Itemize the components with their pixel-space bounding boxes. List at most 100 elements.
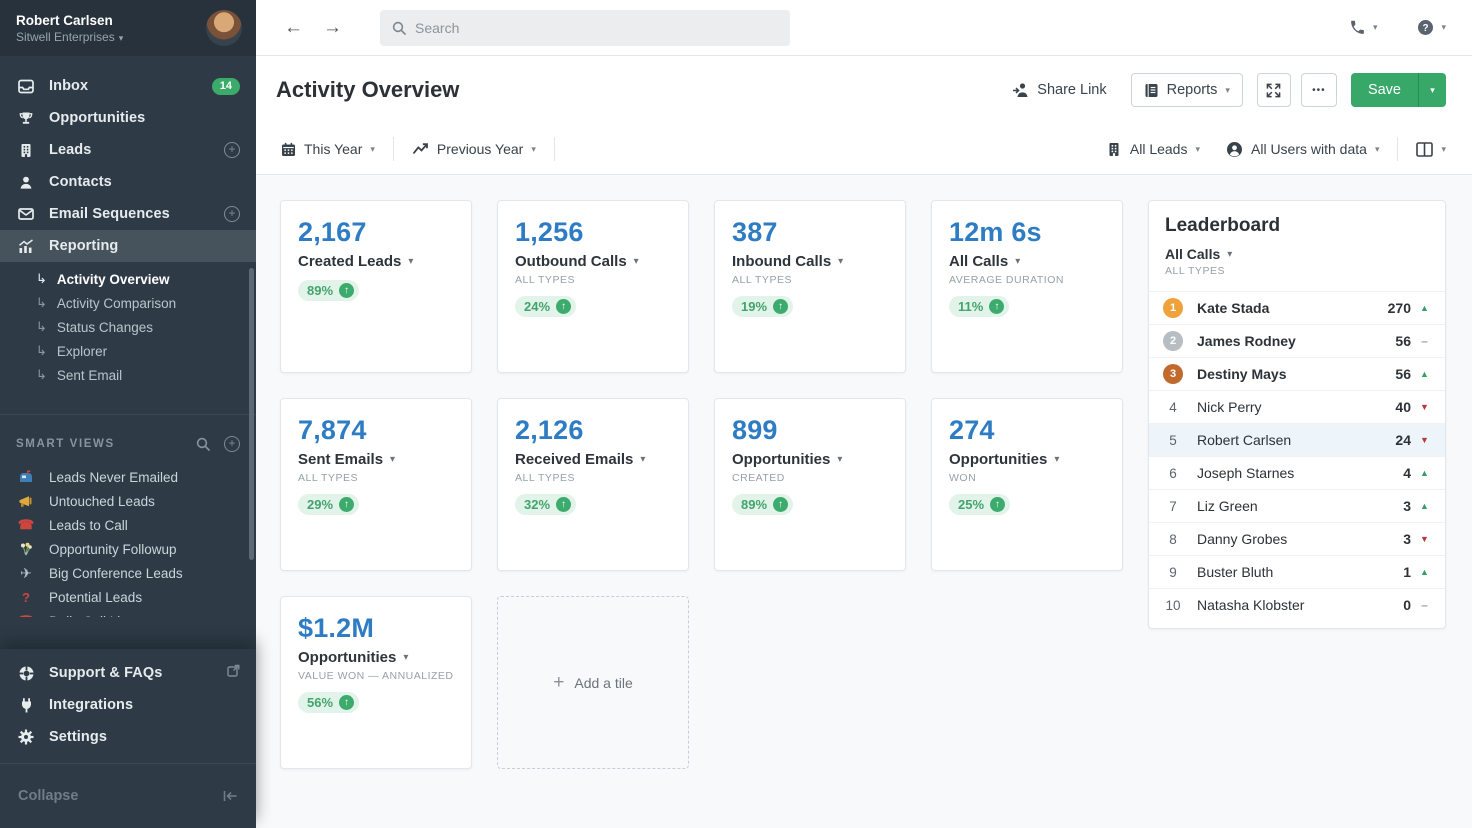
sidebar-footer: Support & FAQs Integrations Settings Col… <box>0 649 256 828</box>
leads-filter-dropdown[interactable]: All Leads ▾ <box>1106 141 1200 157</box>
building-icon <box>1106 142 1122 157</box>
trend-icon: ▲ <box>1419 369 1430 379</box>
bar-chart-icon <box>16 239 36 254</box>
leaderboard-row[interactable]: 4 Nick Perry 40 ▼ <box>1149 390 1445 423</box>
sidebar-item-settings[interactable]: Settings <box>0 721 256 753</box>
reports-dropdown[interactable]: Reports ▾ <box>1131 73 1243 107</box>
up-arrow-icon: ↑ <box>339 283 354 298</box>
leaderboard-row[interactable]: 2 James Rodney 56 – <box>1149 324 1445 357</box>
tile-metric-dropdown[interactable]: Opportunities▾ <box>732 451 888 468</box>
tile-subtitle: CREATED <box>732 472 888 484</box>
sidebar-scrollbar[interactable] <box>249 268 254 560</box>
add-smart-view-button[interactable]: + <box>224 436 240 452</box>
avatar[interactable] <box>206 10 242 46</box>
subnav-explorer[interactable]: ↳ Explorer <box>0 339 256 363</box>
chevron-down-icon: ▾ <box>838 256 843 267</box>
sidebar-item-integrations[interactable]: Integrations <box>0 689 256 721</box>
smart-view-untouched-leads[interactable]: Untouched Leads <box>0 489 256 513</box>
rank-badge: 8 <box>1163 529 1183 549</box>
tile-metric-dropdown[interactable]: Inbound Calls▾ <box>732 253 888 270</box>
leaderboard-row[interactable]: 7 Liz Green 3 ▲ <box>1149 489 1445 522</box>
fullscreen-button[interactable] <box>1257 73 1291 107</box>
user-circle-icon <box>1226 141 1243 158</box>
tile-metric-dropdown[interactable]: All Calls▾ <box>949 253 1105 270</box>
sidebar-item-email-sequences[interactable]: Email Sequences + <box>0 198 256 230</box>
leaderboard-row[interactable]: 3 Destiny Mays 56 ▲ <box>1149 357 1445 390</box>
trend-icon: ▲ <box>1419 468 1430 478</box>
metric-value: 56 <box>1395 366 1411 382</box>
save-dropdown-button[interactable]: ▾ <box>1418 73 1446 107</box>
users-filter-dropdown[interactable]: All Users with data ▾ <box>1226 141 1379 158</box>
leaderboard-metric-dropdown[interactable]: All Calls ▾ <box>1165 246 1429 262</box>
tile-metric-dropdown[interactable]: Sent Emails▾ <box>298 451 454 468</box>
org-name[interactable]: Sitwell Enterprises▾ <box>16 30 206 44</box>
search-icon <box>392 21 406 35</box>
leaderboard-row[interactable]: 6 Joseph Starnes 4 ▲ <box>1149 456 1445 489</box>
phone-icon <box>1349 19 1366 36</box>
user-name: Nick Perry <box>1197 399 1395 415</box>
tile-metric-dropdown[interactable]: Received Emails▾ <box>515 451 671 468</box>
megaphone-icon <box>16 495 36 508</box>
search-icon[interactable] <box>196 437 210 451</box>
tile-metric-dropdown[interactable]: Opportunities▾ <box>298 649 454 666</box>
sidebar-item-opportunities[interactable]: Opportunities <box>0 102 256 134</box>
tile-metric-dropdown[interactable]: Opportunities▾ <box>949 451 1105 468</box>
phone-menu[interactable]: ▾ <box>1349 19 1378 36</box>
smart-view-opportunity-followup[interactable]: Opportunity Followup <box>0 537 256 561</box>
leaderboard-row[interactable]: 5 Robert Carlsen 24 ▼ <box>1149 423 1445 456</box>
save-button[interactable]: Save <box>1351 73 1418 107</box>
chevron-down-icon: ▾ <box>837 454 842 465</box>
date-range-dropdown[interactable]: This Year ▾ <box>281 141 375 157</box>
subnav-sent-email[interactable]: ↳ Sent Email <box>0 363 256 387</box>
help-menu[interactable]: ? ▾ <box>1417 19 1446 36</box>
phone-icon: ☎ <box>16 613 36 617</box>
leaderboard-rows: 1 Kate Stada 270 ▲ 2 James Rodney 56 – 3… <box>1149 291 1445 621</box>
tile-metric-dropdown[interactable]: Outbound Calls▾ <box>515 253 671 270</box>
dashboard-content: 2,167 Created Leads▾ 89%↑ 1,256 Outbound… <box>256 175 1472 828</box>
tile-subtitle: AVERAGE DURATION <box>949 274 1105 286</box>
subnav-activity-overview[interactable]: ↳ Activity Overview <box>0 267 256 291</box>
add-lead-button[interactable]: + <box>224 142 240 158</box>
trend-icon: ▲ <box>1419 567 1430 577</box>
sidebar-item-support[interactable]: Support & FAQs <box>0 657 256 689</box>
leaderboard-row[interactable]: 8 Danny Grobes 3 ▼ <box>1149 522 1445 555</box>
add-tile-button[interactable]: + Add a tile <box>497 596 689 769</box>
tile-value: 2,126 <box>515 415 671 446</box>
tile-metric-dropdown[interactable]: Created Leads▾ <box>298 253 454 270</box>
sidebar-item-leads[interactable]: Leads + <box>0 134 256 166</box>
collapse-sidebar-button[interactable]: Collapse <box>0 763 256 828</box>
more-actions-button[interactable]: ••• <box>1301 73 1337 107</box>
delta-badge: 32%↑ <box>515 494 576 515</box>
leaderboard-row[interactable]: 10 Natasha Klobster 0 – <box>1149 588 1445 621</box>
smart-view-leads-to-call[interactable]: ☎ Leads to Call <box>0 513 256 537</box>
smart-view-potential-leads[interactable]: ? Potential Leads <box>0 585 256 609</box>
rank-badge: 3 <box>1163 364 1183 384</box>
subnav-activity-comparison[interactable]: ↳ Activity Comparison <box>0 291 256 315</box>
page-title: Activity Overview <box>276 77 459 103</box>
sidebar-item-contacts[interactable]: Contacts <box>0 166 256 198</box>
back-button[interactable]: ← <box>284 17 323 39</box>
leaderboard-row[interactable]: 1 Kate Stada 270 ▲ <box>1149 291 1445 324</box>
account-switcher[interactable]: Robert Carlsen Sitwell Enterprises▾ <box>0 0 256 56</box>
sidebar-item-inbox[interactable]: Inbox 14 <box>0 70 256 102</box>
smart-view-big-conference-leads[interactable]: ✈ Big Conference Leads <box>0 561 256 585</box>
share-link-button[interactable]: Share Link <box>1012 82 1106 98</box>
sidebar-item-reporting[interactable]: Reporting <box>0 230 256 262</box>
calendar-icon <box>281 142 296 157</box>
comparison-dropdown[interactable]: Previous Year ▾ <box>412 141 536 157</box>
layout-columns-dropdown[interactable]: ▾ <box>1416 142 1446 157</box>
branch-arrow-icon: ↳ <box>36 343 47 359</box>
up-arrow-icon: ↑ <box>773 299 788 314</box>
forward-button[interactable]: → <box>323 17 362 39</box>
gear-icon <box>16 729 36 745</box>
global-search[interactable] <box>380 10 790 46</box>
subnav-status-changes[interactable]: ↳ Status Changes <box>0 315 256 339</box>
search-input[interactable] <box>415 20 778 36</box>
smart-view-daily-call-list[interactable]: ☎ Daily Call List <box>0 609 256 617</box>
tile-value: 1,256 <box>515 217 671 248</box>
branch-arrow-icon: ↳ <box>36 319 47 335</box>
leaderboard-row[interactable]: 9 Buster Bluth 1 ▲ <box>1149 555 1445 588</box>
add-sequence-button[interactable]: + <box>224 206 240 222</box>
smart-view-leads-never-emailed[interactable]: Leads Never Emailed <box>0 465 256 489</box>
delta-badge: 11%↑ <box>949 296 1009 317</box>
